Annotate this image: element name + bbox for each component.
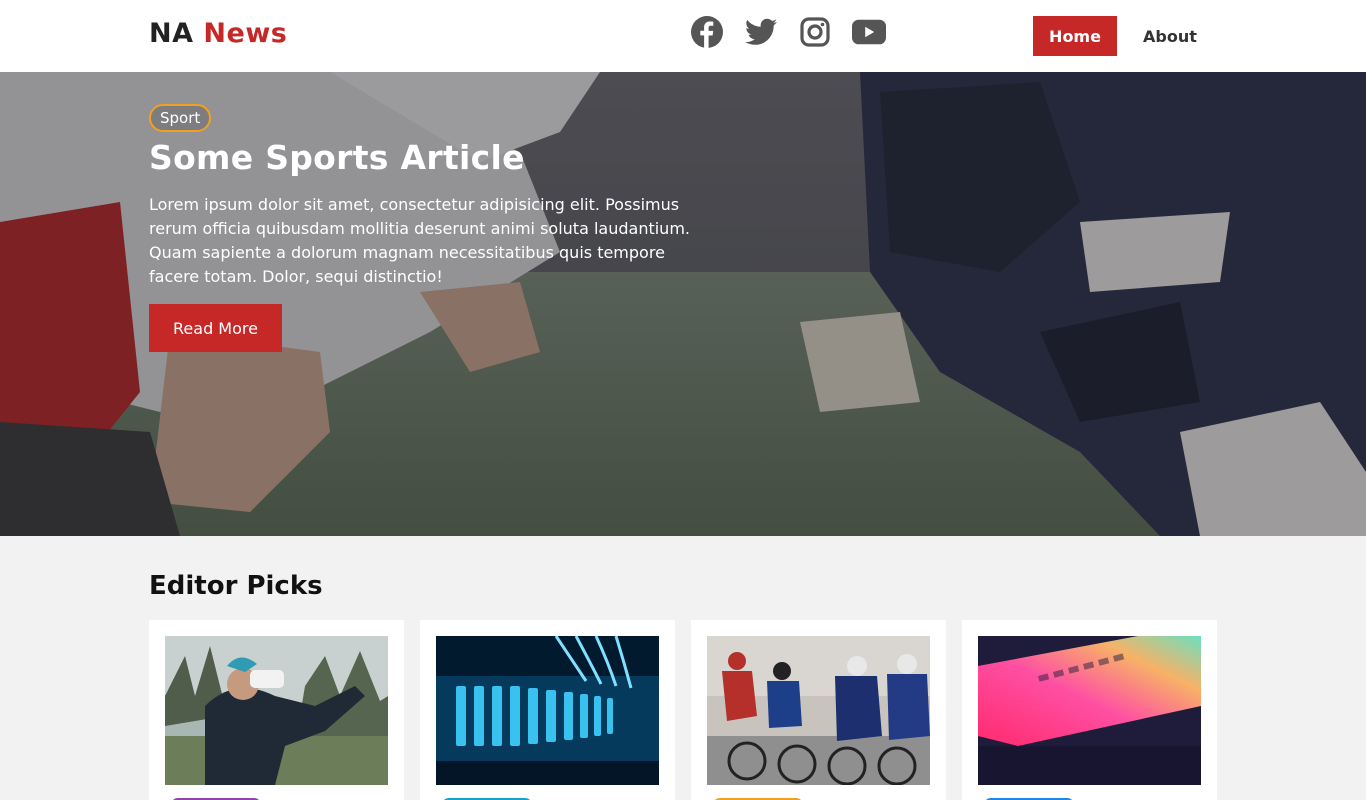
facebook-icon[interactable]: [690, 15, 724, 49]
social-links: [690, 15, 886, 49]
nav-about-link[interactable]: About: [1143, 27, 1197, 46]
main-nav: Home About: [1033, 16, 1197, 56]
instagram-icon[interactable]: [798, 15, 832, 49]
twitter-icon[interactable]: [744, 15, 778, 49]
hero-title: Some Sports Article: [149, 138, 525, 177]
logo-prefix: NA: [149, 18, 194, 49]
site-header: NA News Home About: [0, 0, 1366, 72]
article-card[interactable]: [149, 620, 404, 800]
editor-picks-title: Editor Picks: [149, 571, 323, 601]
laptop-keyboard-image: [978, 636, 1201, 785]
editor-picks-grid: [149, 620, 1217, 800]
article-card[interactable]: [420, 620, 675, 800]
hero-banner: Sport Some Sports Article Lorem ipsum do…: [0, 72, 1366, 536]
site-logo[interactable]: NA News: [149, 18, 287, 49]
youtube-icon[interactable]: [852, 15, 886, 49]
vr-headset-image: [165, 636, 388, 785]
category-tag[interactable]: Sport: [149, 104, 212, 132]
logo-main: News: [203, 18, 288, 49]
article-card[interactable]: [962, 620, 1217, 800]
article-card[interactable]: [691, 620, 946, 800]
server-rack-image: [436, 636, 659, 785]
nav-home-link[interactable]: Home: [1033, 16, 1117, 56]
read-more-button[interactable]: Read More: [149, 304, 282, 352]
hero-excerpt: Lorem ipsum dolor sit amet, consectetur …: [149, 195, 690, 286]
cyclists-image: [707, 636, 930, 785]
